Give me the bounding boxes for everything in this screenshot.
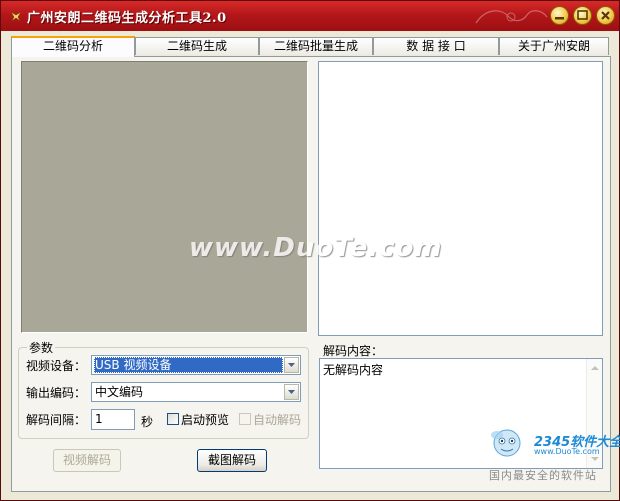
video-preview	[21, 61, 308, 333]
chevron-down-icon	[288, 363, 295, 367]
interval-label: 解码间隔：	[26, 413, 87, 427]
encoding-select[interactable]: 中文编码	[91, 382, 301, 402]
result-text: 无解码内容	[323, 363, 384, 377]
image-preview	[318, 61, 603, 336]
tab-qr-analysis[interactable]: 二维码分析	[11, 36, 135, 57]
ornament-icon	[475, 10, 548, 24]
watermark-text: www.DuoTe.com	[189, 233, 443, 263]
title-bar[interactable]: 广州安朗二维码生成分析工具2.0	[1, 1, 619, 31]
close-icon	[601, 11, 610, 20]
device-select-value: USB 视频设备	[94, 357, 283, 373]
restore-icon	[577, 10, 588, 20]
interval-unit: 秒	[141, 415, 154, 429]
device-label: 视频设备：	[26, 359, 87, 373]
capture-decode-button[interactable]: 截图解码	[197, 449, 267, 472]
chevron-down-icon	[288, 390, 295, 394]
encoding-select-value: 中文编码	[95, 385, 144, 399]
device-select[interactable]: USB 视频设备	[91, 355, 301, 375]
window-title: 广州安朗二维码生成分析工具2.0	[27, 11, 227, 26]
app-icon	[10, 11, 22, 22]
device-dropdown-button[interactable]	[284, 357, 299, 373]
minimize-button[interactable]	[550, 6, 569, 25]
tab-batch-generate[interactable]: 二维码批量生成	[259, 37, 373, 55]
preview-checkbox[interactable]	[167, 413, 179, 425]
tab-qr-generate[interactable]: 二维码生成	[135, 37, 259, 55]
preview-label[interactable]: 启动预览	[181, 411, 229, 428]
auto-decode-checkbox[interactable]	[239, 413, 251, 425]
brand-url: www.DuoTe.com	[534, 447, 600, 456]
tab-about[interactable]: 关于广州安朗	[499, 37, 609, 55]
result-label: 解码内容：	[323, 344, 384, 358]
brand-slogan: 国内最安全的软件站	[489, 469, 597, 482]
encoding-label: 输出编码：	[26, 386, 87, 400]
scroll-up-icon[interactable]	[591, 366, 599, 370]
video-decode-button[interactable]: 视频解码	[53, 449, 121, 472]
tab-bar: 二维码分析 二维码生成 二维码批量生成 数 据 接 口 关于广州安朗	[11, 36, 611, 57]
minimize-icon	[555, 17, 564, 20]
app-window: 广州安朗二维码生成分析工具2.0 二维码分析 二维码生成 二维码批量生成 数 据…	[0, 0, 620, 501]
params-group-title: 参数	[27, 339, 56, 356]
interval-input[interactable]: 1	[91, 409, 135, 430]
auto-decode-label[interactable]: 自动解码	[253, 411, 301, 428]
restore-button[interactable]	[573, 6, 592, 25]
close-button[interactable]	[596, 6, 615, 25]
tab-data-interface[interactable]: 数 据 接 口	[373, 37, 499, 55]
encoding-dropdown-button[interactable]	[284, 384, 299, 400]
